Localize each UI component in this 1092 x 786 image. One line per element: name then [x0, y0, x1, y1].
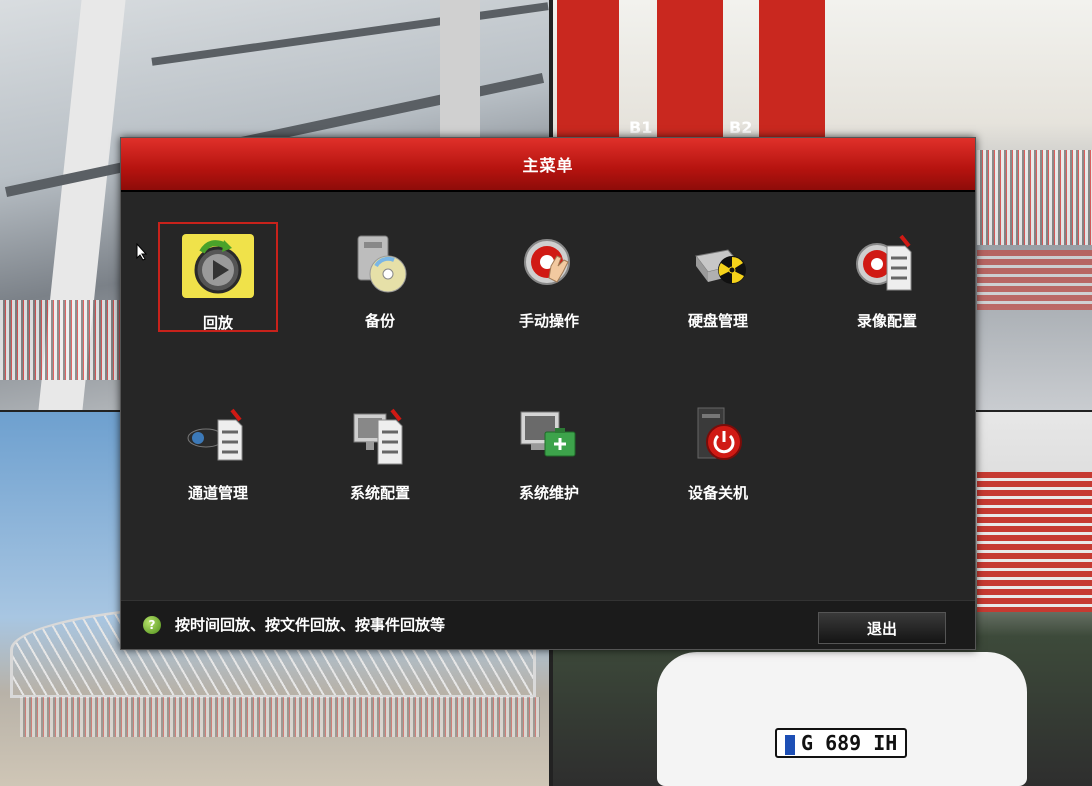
menu-item-manual-operation[interactable]: 手动操作 — [489, 222, 609, 332]
menu-item-playback[interactable]: 回放 — [158, 222, 278, 332]
menu-item-system-maintenance[interactable]: 系统维护 — [489, 394, 609, 504]
menu-item-label: 通道管理 — [187, 484, 248, 502]
shutdown-icon — [680, 402, 756, 470]
menu-footer: ? 按时间回放、按文件回放、按事件回放等 退出 — [121, 600, 975, 649]
menu-item-label: 系统维护 — [518, 484, 579, 502]
mouse-cursor-icon — [136, 243, 148, 261]
record-config-icon — [849, 230, 925, 298]
camera-label-b2: B2 — [729, 118, 753, 137]
hdd-management-icon — [680, 230, 756, 298]
menu-item-channel-management[interactable]: 通道管理 — [158, 394, 278, 504]
menu-item-label: 录像配置 — [856, 312, 917, 330]
menu-item-label: 硬盘管理 — [687, 312, 748, 330]
menu-item-label: 设备关机 — [687, 484, 748, 502]
hint-text: 按时间回放、按文件回放、按事件回放等 — [175, 616, 446, 634]
menu-item-shutdown[interactable]: 设备关机 — [658, 394, 778, 504]
menu-item-label: 手动操作 — [518, 312, 579, 330]
license-plate: G 689 IH — [775, 728, 908, 758]
menu-item-system-config[interactable]: 系统配置 — [320, 394, 440, 504]
system-config-icon — [342, 402, 418, 470]
system-maintenance-icon — [511, 402, 587, 470]
manual-record-hand-icon — [511, 230, 587, 298]
license-plate-text: G 689 IH — [801, 731, 898, 755]
menu-item-label: 备份 — [364, 312, 395, 330]
menu-item-label: 回放 — [202, 314, 233, 332]
hint-bar: ? 按时间回放、按文件回放、按事件回放等 — [143, 614, 445, 635]
menu-title: 主菜单 — [522, 156, 574, 175]
help-icon: ? — [143, 615, 161, 634]
menu-item-label: 系统配置 — [349, 484, 410, 502]
main-menu-dialog: 主菜单 回放 备份 手动操作 硬盘管理 录像配置 通道管理 系统配置 系统维护 … — [120, 137, 976, 650]
backup-disc-icon — [342, 230, 418, 298]
camera-channel-icon — [180, 402, 256, 470]
menu-grid: 回放 备份 手动操作 硬盘管理 录像配置 通道管理 系统配置 系统维护 设备关机 — [121, 204, 975, 594]
camera-label-b1: B1 — [629, 118, 653, 137]
menu-item-backup[interactable]: 备份 — [320, 222, 440, 332]
menu-item-hdd-management[interactable]: 硬盘管理 — [658, 222, 778, 332]
menu-item-record-config[interactable]: 录像配置 — [827, 222, 947, 332]
playback-icon — [180, 232, 256, 300]
exit-button[interactable]: 退出 — [818, 612, 946, 644]
menu-titlebar: 主菜单 — [121, 138, 975, 192]
